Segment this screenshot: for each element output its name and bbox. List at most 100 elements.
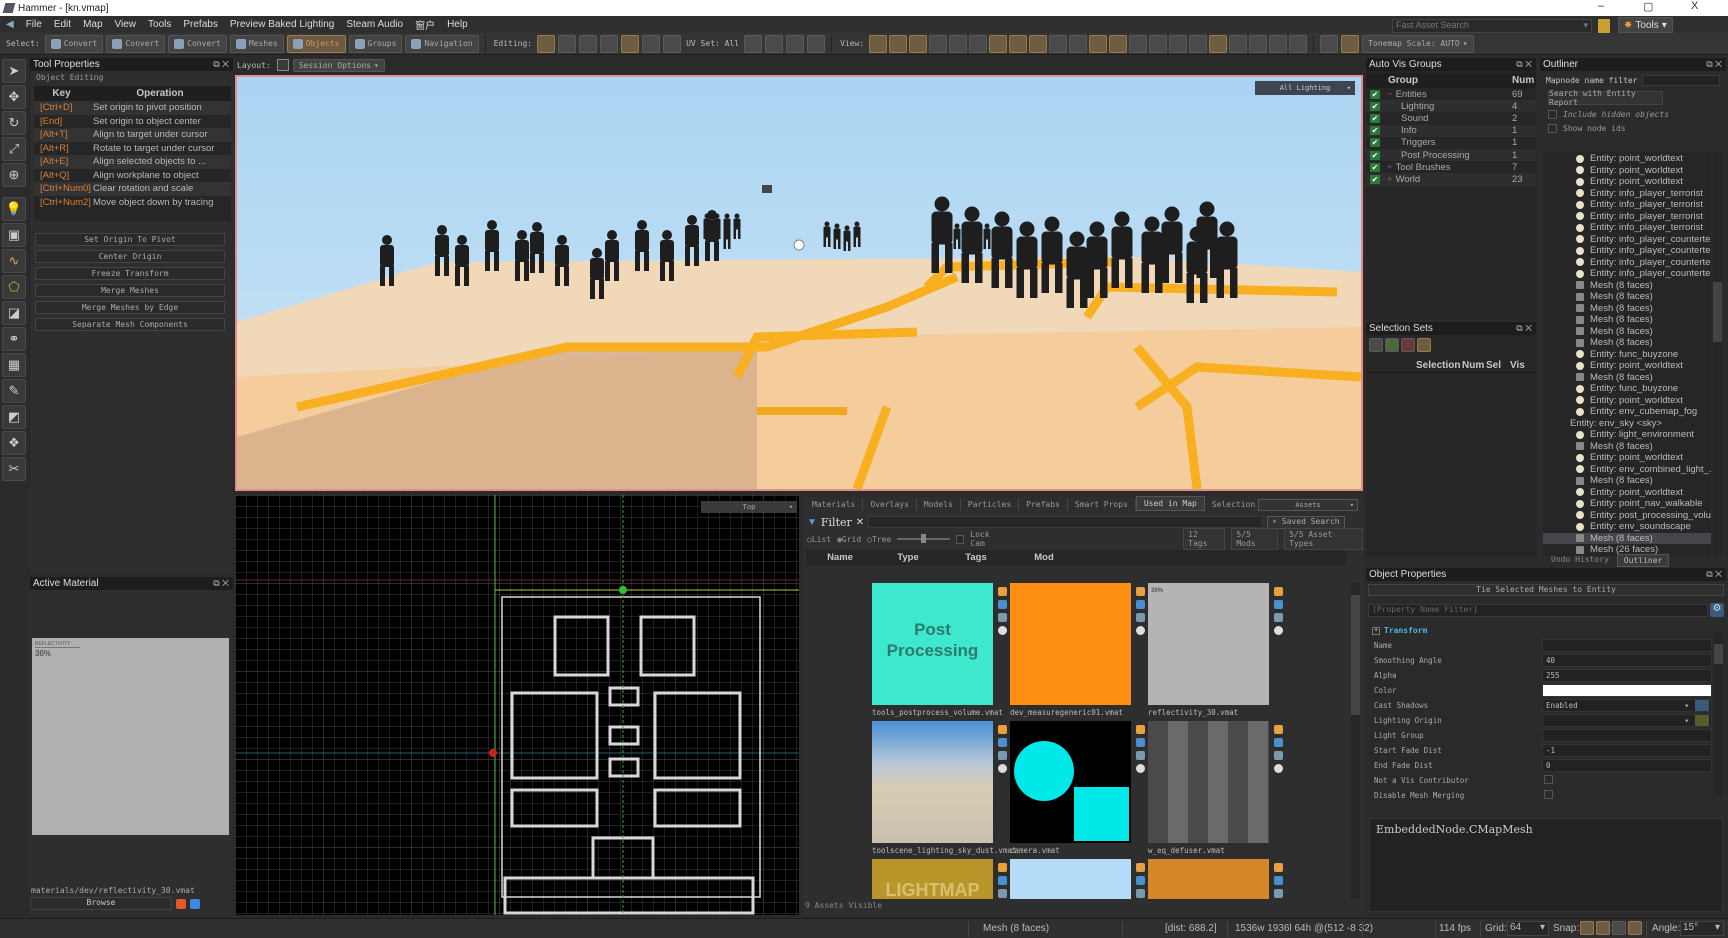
chevron-down-icon[interactable]: ▾ <box>1684 716 1689 725</box>
asset-thumbnail[interactable] <box>872 721 993 843</box>
link-icon[interactable] <box>998 587 1007 596</box>
view-bake-icon[interactable] <box>1109 34 1128 53</box>
outliner-item[interactable]: Entity: env_combined_light_... <box>1543 464 1711 476</box>
show-node-ids-checkbox[interactable] <box>1548 124 1557 133</box>
uv-set-dropdown[interactable]: UV Set: All <box>686 39 739 48</box>
outliner-item[interactable]: Entity: point_nav_walkable <box>1543 498 1711 510</box>
audio-toggle-icon[interactable] <box>1598 19 1610 33</box>
outliner-item[interactable]: Entity: info_player_terrorist <box>1543 199 1711 211</box>
remove-from-set-icon[interactable] <box>1401 338 1415 352</box>
player-model[interactable] <box>833 223 841 250</box>
render-mode-dropdown[interactable]: All Lighting ▾ <box>1255 81 1355 95</box>
link-icon[interactable] <box>1136 587 1145 596</box>
outliner-item[interactable]: Entity: info_player_terrorist <box>1543 222 1711 234</box>
translate-tool-icon[interactable]: ✥ <box>2 85 26 109</box>
outliner-item[interactable]: Entity: post_processing_volu... <box>1543 510 1711 522</box>
properties-scrollbar[interactable] <box>1714 632 1723 796</box>
outliner-item[interactable]: Entity: point_worldtext <box>1543 165 1711 177</box>
clipping-tool-icon[interactable]: ◪ <box>2 301 26 325</box>
menu-item-9[interactable]: Help <box>447 19 468 30</box>
lighting-preview-icon[interactable] <box>1341 34 1360 53</box>
snap-face-icon[interactable] <box>1628 921 1642 935</box>
snap-vertex-icon[interactable] <box>1596 921 1610 935</box>
link-icon[interactable] <box>1136 725 1145 734</box>
tree-icon[interactable] <box>786 34 805 53</box>
expand-toggle-icon[interactable]: + <box>1387 174 1393 185</box>
menu-item-3[interactable]: View <box>115 19 137 30</box>
material-preview[interactable]: REFLECTIVITY 30% <box>32 638 229 835</box>
outliner-item[interactable]: Entity: env_soundscape <box>1543 521 1711 533</box>
view-clip-icon[interactable] <box>1249 34 1268 53</box>
maximize-button[interactable]: ▢ <box>1643 0 1653 13</box>
outliner-item[interactable]: Entity: point_worldtext <box>1543 452 1711 464</box>
info-icon[interactable] <box>1274 764 1283 773</box>
outliner-item[interactable]: Entity: point_worldtext <box>1543 360 1711 372</box>
select-mode-meshes-button[interactable]: Meshes <box>229 34 284 53</box>
filter-input[interactable] <box>868 516 1264 528</box>
view-textures-icon[interactable] <box>909 34 928 53</box>
saved-search-button[interactable]: ▾ Saved Search <box>1267 515 1345 529</box>
float-close-icons[interactable]: ⧉ ✕ <box>213 59 229 70</box>
transform-section[interactable]: + Transform <box>1369 623 1712 638</box>
browse-button[interactable]: Browse <box>30 897 172 910</box>
viewport-2d-top[interactable]: Top ▾ <box>235 495 799 915</box>
expand-icon[interactable]: + <box>1372 626 1380 635</box>
asset-scrollbar[interactable] <box>1351 583 1360 899</box>
vis-group-row[interactable]: ✔ Triggers 1 <box>1366 137 1536 149</box>
thumbnail-size-slider[interactable] <box>897 534 950 543</box>
player-model[interactable] <box>685 215 699 266</box>
grid-icon[interactable] <box>1417 338 1431 352</box>
link-icon[interactable] <box>1274 587 1283 596</box>
collision-icon[interactable] <box>600 34 619 53</box>
outliner-item[interactable]: Entity: info_player_terrorist <box>1543 188 1711 200</box>
view-gizmo-icon[interactable] <box>869 34 888 53</box>
property-value[interactable]: 40 <box>1542 654 1712 667</box>
view-models-icon[interactable] <box>889 34 908 53</box>
snap-grid-icon[interactable] <box>1580 921 1594 935</box>
float-close-icons[interactable]: ⧉ ✕ <box>213 578 229 589</box>
lock-open-icon[interactable] <box>1274 613 1283 622</box>
visibility-checkbox[interactable]: ✔ <box>1370 101 1380 111</box>
info-icon[interactable] <box>1136 626 1145 635</box>
origin-handle[interactable] <box>489 749 497 757</box>
float-close-icons[interactable]: ⧉ ✕ <box>1516 59 1532 70</box>
light-entity-icon[interactable] <box>793 239 805 251</box>
view-mode-grid[interactable]: ◉Grid <box>837 535 861 544</box>
center-origin-button[interactable]: Center Origin <box>35 250 225 263</box>
search-entity-report-button[interactable]: Search with Entity Report <box>1548 89 1663 107</box>
tab-undo-history[interactable]: Undo History <box>1545 554 1615 567</box>
camera-entity-icon[interactable] <box>762 185 772 193</box>
link-icon[interactable] <box>1274 863 1283 872</box>
gamepad-icon[interactable] <box>807 34 826 53</box>
asset-thumbnail[interactable] <box>1010 721 1131 843</box>
view-particles-icon[interactable] <box>1089 34 1108 53</box>
vertex-paint-tool-icon[interactable]: ❖ <box>2 431 26 455</box>
pick-material-icon[interactable] <box>176 898 186 909</box>
view-lights-icon[interactable] <box>929 34 948 53</box>
lock-open-icon[interactable] <box>1136 751 1145 760</box>
outliner-item[interactable]: Mesh (8 faces) <box>1543 326 1711 338</box>
session-options-dropdown[interactable]: Session Options ▾ <box>292 58 385 72</box>
decal-tool-icon[interactable]: ◩ <box>2 405 26 429</box>
info-icon[interactable] <box>1136 764 1145 773</box>
path-tool-icon[interactable]: ∿ <box>2 249 26 273</box>
lock-open-icon[interactable] <box>1136 889 1145 898</box>
vis-group-row[interactable]: ✔ + World 23 <box>1366 173 1536 186</box>
lock-open-icon[interactable] <box>1274 889 1283 898</box>
outliner-item[interactable]: Mesh (8 faces) <box>1543 303 1711 315</box>
texture-tool-icon[interactable]: ▦ <box>2 353 26 377</box>
outliner-item[interactable]: Entity: point_worldtext <box>1543 176 1711 188</box>
rotate-tool-icon[interactable]: ↻ <box>2 111 26 135</box>
menu-item-8[interactable]: 窗户 <box>415 17 435 32</box>
minimize-button[interactable]: – <box>1598 0 1604 12</box>
tab-particles[interactable]: Particles <box>961 498 1020 511</box>
property-value[interactable]: ▾ <box>1542 714 1712 727</box>
visibility-checkbox[interactable]: ✔ <box>1370 150 1380 160</box>
visibility-checkbox[interactable]: ✔ <box>1370 162 1380 172</box>
player-model[interactable] <box>733 213 741 240</box>
tab-smart-props[interactable]: Smart Props <box>1068 498 1136 511</box>
float-close-icons[interactable]: ⧉ ✕ <box>1706 59 1722 70</box>
view-mode-list[interactable]: ○List <box>807 535 831 544</box>
view-nav-icon[interactable] <box>1029 34 1048 53</box>
lock-open-icon[interactable] <box>1136 613 1145 622</box>
